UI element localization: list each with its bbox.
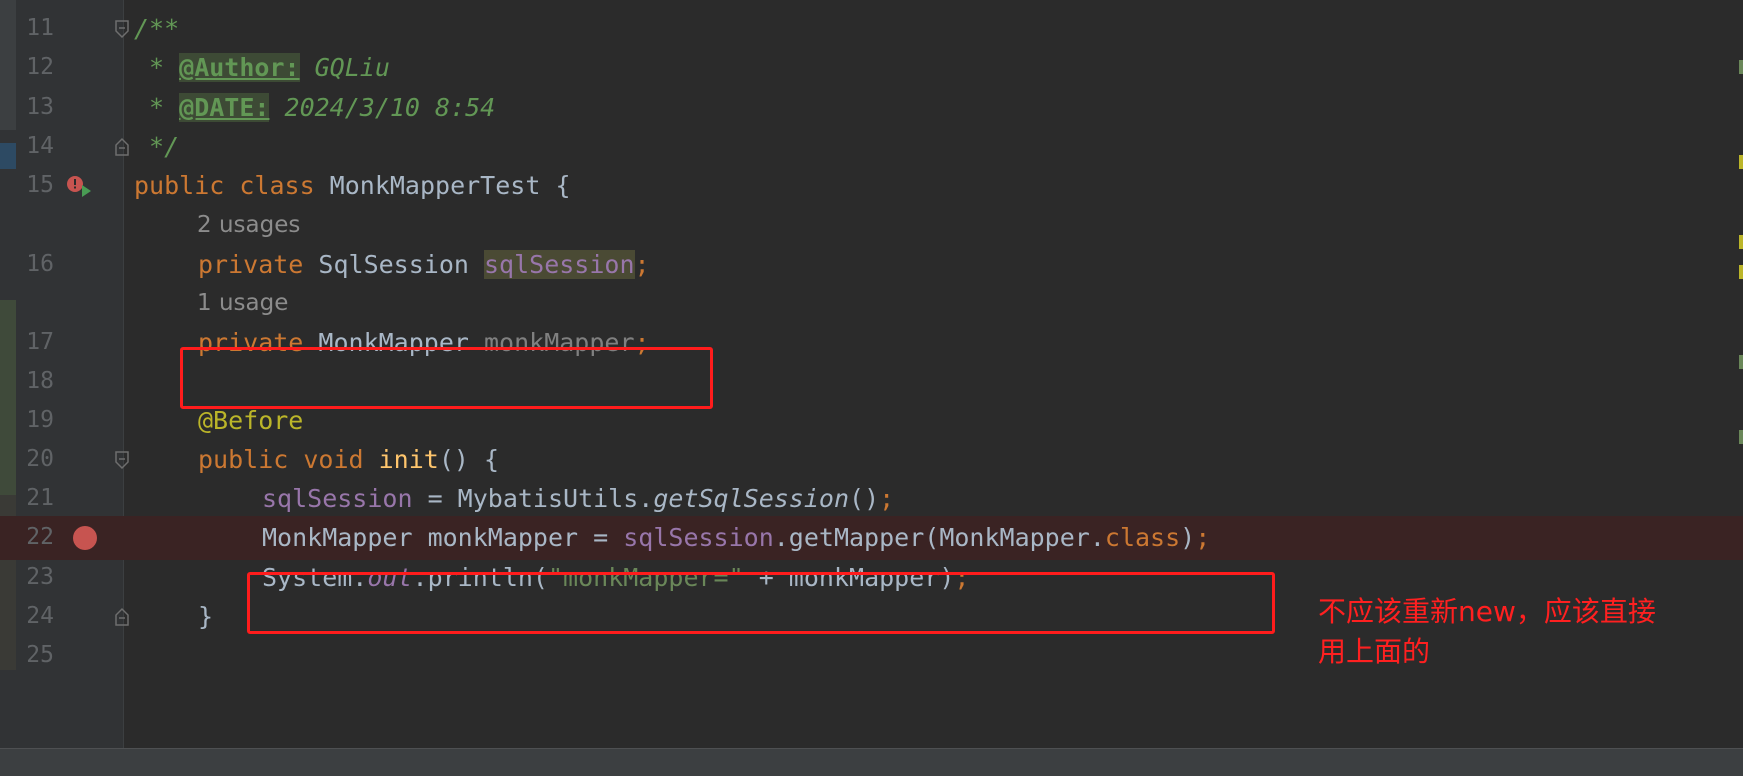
line-number: 22 [26, 524, 54, 550]
comment-close: */ [134, 132, 180, 161]
run-test-icon[interactable] [64, 174, 94, 198]
sqlsession-assignment: sqlSession = MybatisUtils.getSqlSession(… [262, 484, 895, 513]
usages-hint[interactable]: 1 usage [197, 282, 288, 326]
scroll-marker[interactable] [1739, 60, 1743, 74]
line-number: 17 [26, 328, 54, 355]
method-close-brace: } [198, 601, 214, 631]
code-line-16[interactable]: 16 private SqlSession sqlSession; [0, 243, 1743, 287]
code-line-13[interactable]: 13 * @DATE: 2024/3/10 8:54 [0, 86, 1743, 130]
line-number: 12 [26, 54, 54, 80]
fold-marker-icon[interactable] [114, 137, 130, 157]
code-line-22[interactable]: 22 MonkMapper monkMapper = sqlSession.ge… [0, 516, 1743, 560]
highlight-box-local [247, 572, 1275, 634]
scroll-marker[interactable] [1739, 235, 1743, 249]
init-method: public void init() { [198, 445, 500, 474]
code-line-12[interactable]: 12 * @Author: GQLiu [0, 46, 1743, 90]
local-monkmapper-declaration: MonkMapper monkMapper = sqlSession.getMa… [262, 523, 1211, 552]
line-number: 20 [26, 446, 54, 472]
fold-marker-icon[interactable] [114, 19, 130, 39]
code-line-15[interactable]: 15 public class MonkMapperTest { [0, 164, 1743, 208]
javadoc-author: * @Author: GQLiu [134, 53, 390, 82]
code-line-20[interactable]: 20 public void init() { [0, 438, 1743, 482]
line-number: 15 [26, 172, 54, 198]
status-bar [0, 748, 1743, 776]
line-number: 11 [26, 15, 54, 41]
javadoc-date: * @DATE: 2024/3/10 8:54 [134, 92, 496, 122]
code-line-11[interactable]: 11 /** [0, 7, 1743, 51]
scroll-marker[interactable] [1739, 430, 1743, 444]
line-number: 25 [26, 642, 54, 668]
code-line-21[interactable]: 21 sqlSession = MybatisUtils.getSqlSessi… [0, 477, 1743, 521]
annotation-note: 不应该重新new，应该直接 用上面的 [1318, 595, 1656, 668]
field-sqlsession: private SqlSession sqlSession; [198, 249, 650, 279]
class-declaration: public class MonkMapperTest { [134, 171, 571, 200]
usages-hint[interactable]: 2 usages [197, 204, 300, 248]
line-number: 21 [26, 485, 54, 511]
comment-open: /** [134, 14, 180, 43]
line-number: 24 [26, 602, 54, 629]
fold-marker-icon[interactable] [114, 607, 130, 627]
highlight-box-field [180, 347, 713, 409]
line-number: 14 [26, 133, 54, 159]
breakpoint-icon[interactable] [72, 525, 98, 551]
code-line-14[interactable]: 14 */ [0, 125, 1743, 169]
scroll-marker[interactable] [1739, 265, 1743, 279]
code-editor[interactable]: 11 /** 12 * @Author: GQLiu 13 * @DATE: 2… [0, 0, 1743, 748]
scroll-marker[interactable] [1739, 355, 1743, 369]
line-number: 16 [26, 250, 54, 277]
fold-marker-icon[interactable] [114, 450, 130, 470]
line-number: 19 [26, 406, 54, 433]
line-number: 23 [26, 563, 54, 590]
line-number: 13 [26, 93, 54, 120]
scroll-marker[interactable] [1739, 155, 1743, 169]
line-number: 18 [26, 367, 54, 394]
